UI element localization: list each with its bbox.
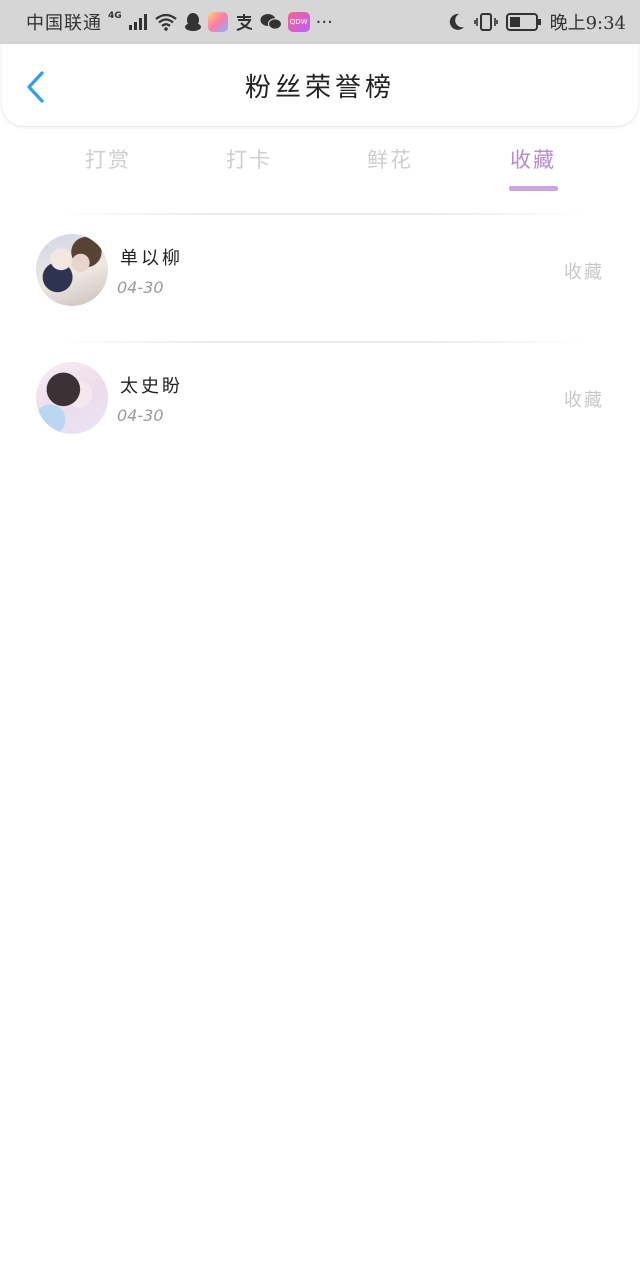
fan-name: 单以柳 [120, 248, 183, 269]
page-title: 粉丝荣誉榜 [244, 72, 395, 103]
avatar [36, 362, 108, 434]
wifi-icon [154, 13, 178, 31]
carrier-label: 中国联通 [26, 13, 102, 34]
photos-app-icon [207, 12, 228, 32]
battery-icon [505, 12, 542, 32]
network-type-label: 4G [108, 11, 122, 21]
moon-icon [446, 12, 466, 32]
tab-checkin[interactable]: 打卡 [179, 140, 319, 192]
status-bar-left: 中国联通 4G QDW ··· [26, 9, 333, 35]
tab-tips[interactable]: 打赏 [38, 140, 178, 192]
back-button[interactable] [22, 70, 52, 104]
status-bar-right: 晚上9:34 [446, 9, 626, 35]
list-divider [60, 341, 584, 343]
chevron-left-icon [27, 71, 44, 103]
list-item[interactable]: 单以柳 04-30 收藏 [0, 216, 640, 344]
fan-date: 04-30 [117, 278, 164, 297]
active-tab-indicator [509, 186, 558, 191]
list-item[interactable]: 太史盼 04-30 收藏 [0, 344, 640, 472]
qdw-app-icon: QDW [287, 12, 310, 32]
clock-time: 晚上9:34 [549, 13, 626, 34]
tab-favorites[interactable]: 收藏 [463, 140, 603, 192]
fan-name: 太史盼 [120, 376, 183, 397]
wechat-icon [260, 13, 282, 31]
more-notifications-icon: ··· [315, 11, 333, 33]
alipay-icon [234, 13, 254, 31]
favorite-action-label: 收藏 [564, 390, 604, 411]
nav-header: 粉丝荣誉榜 [2, 44, 638, 126]
fan-date: 04-30 [117, 406, 164, 425]
status-bar: 中国联通 4G QDW ··· 晚上9:34 [0, 0, 640, 44]
signal-icon [128, 13, 148, 31]
favorite-action-label: 收藏 [564, 262, 604, 283]
list-divider [60, 213, 584, 215]
tab-flowers[interactable]: 鲜花 [320, 140, 460, 192]
qq-icon [184, 12, 202, 32]
vibrate-icon [473, 12, 498, 32]
avatar [36, 234, 108, 306]
tab-bar: 打赏 打卡 鲜花 收藏 [0, 140, 640, 200]
